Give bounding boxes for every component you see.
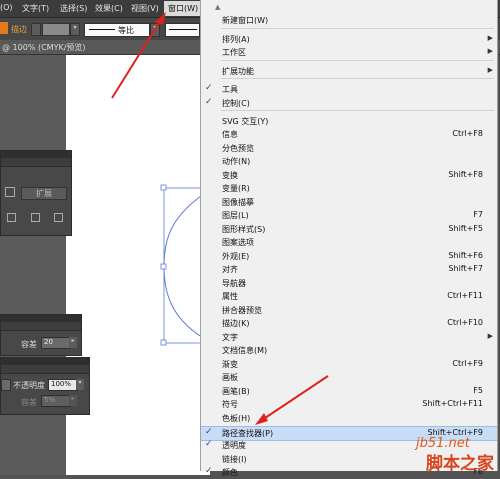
annotation-arrow-head: [255, 413, 268, 425]
annotation-layer: [111, 12, 329, 425]
annotation-arrow: [261, 375, 329, 421]
annotation-arrow-head: [155, 12, 166, 25]
annotation-arrow: [111, 17, 163, 99]
watermark-brand: 脚本之家: [426, 454, 494, 474]
